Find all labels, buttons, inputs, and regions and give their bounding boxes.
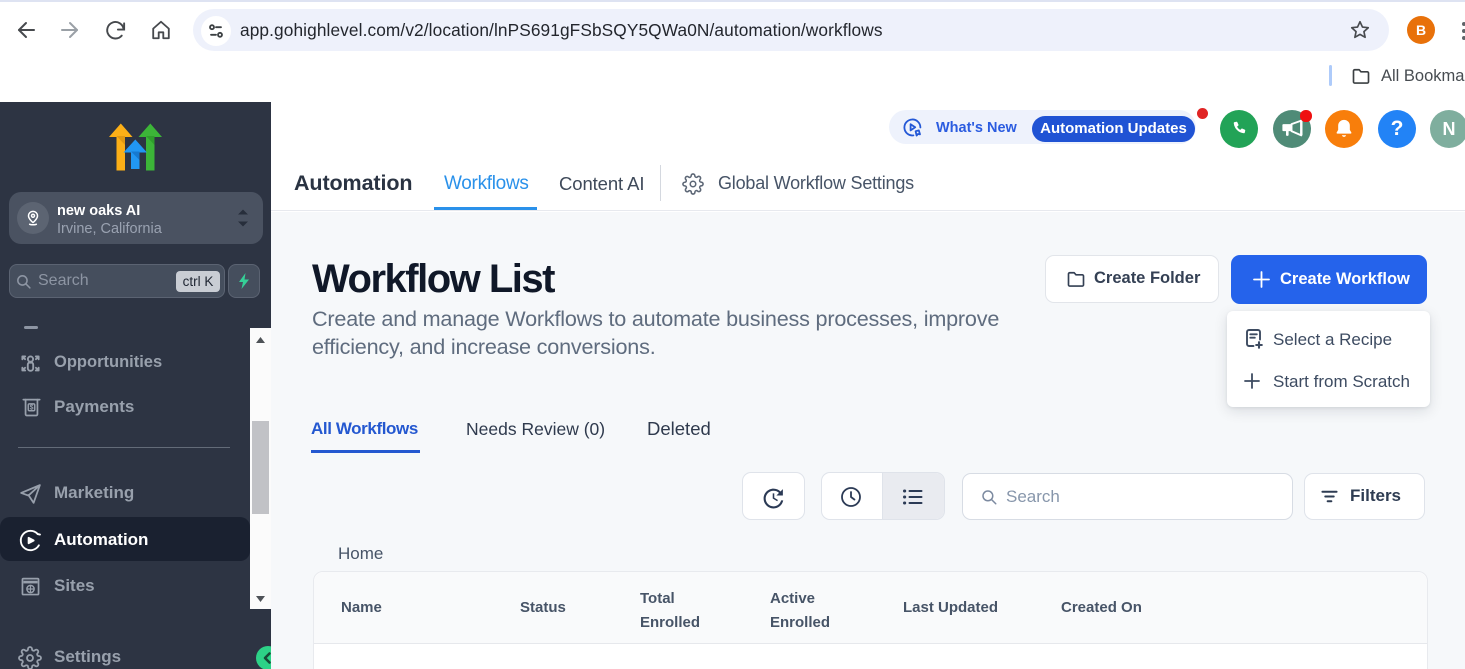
svg-text:$: $: [30, 404, 34, 411]
